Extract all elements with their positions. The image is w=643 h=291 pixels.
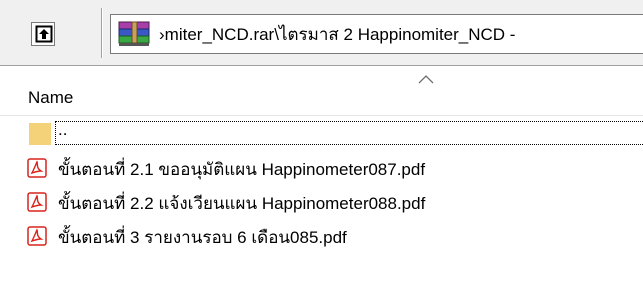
winrar-window: ›miter_NCD.rar\ไตรมาส 2 Happinomiter_NCD… bbox=[0, 0, 643, 291]
pdf-file-icon bbox=[27, 158, 47, 178]
column-header-label: Name bbox=[28, 88, 74, 107]
folder-icon bbox=[29, 123, 51, 145]
file-name: ขั้นตอนที่ 2.1 ขออนุมัติแผน Happinometer… bbox=[58, 160, 426, 179]
address-path-field[interactable]: ›miter_NCD.rar\ไตรมาส 2 Happinomiter_NCD… bbox=[110, 14, 643, 54]
parent-folder-label: .. bbox=[58, 120, 68, 139]
pdf-file-icon bbox=[27, 226, 47, 246]
list-item[interactable]: ขั้นตอนที่ 2.2 แจ้งเวียนแผน Happinometer… bbox=[0, 184, 643, 218]
toolbar: ›miter_NCD.rar\ไตรมาส 2 Happinomiter_NCD… bbox=[0, 0, 643, 66]
winrar-archive-icon bbox=[118, 21, 150, 46]
archive-path-text: ›miter_NCD.rar\ไตรมาส 2 Happinomiter_NCD… bbox=[159, 24, 516, 44]
list-item-parent-folder[interactable]: .. bbox=[0, 116, 643, 150]
list-item[interactable]: ขั้นตอนที่ 3 รายงานรอบ 6 เดือน085.pdf bbox=[0, 218, 643, 252]
up-arrow-icon bbox=[35, 25, 53, 43]
focus-rectangle bbox=[55, 121, 643, 145]
toolbar-separator bbox=[101, 8, 103, 58]
pdf-file-icon bbox=[27, 192, 47, 212]
list-item[interactable]: ขั้นตอนที่ 2.1 ขออนุมัติแผน Happinometer… bbox=[0, 150, 643, 184]
sort-ascending-icon bbox=[418, 75, 434, 84]
up-folder-button[interactable] bbox=[31, 22, 55, 46]
file-name: ขั้นตอนที่ 3 รายงานรอบ 6 เดือน085.pdf bbox=[58, 228, 347, 247]
file-name: ขั้นตอนที่ 2.2 แจ้งเวียนแผน Happinometer… bbox=[58, 194, 426, 213]
column-header-name[interactable]: Name bbox=[0, 66, 643, 116]
file-list: Name .. ขั้นตอนที่ 2.1 ขออนุมัติแผน Happ… bbox=[0, 66, 643, 291]
